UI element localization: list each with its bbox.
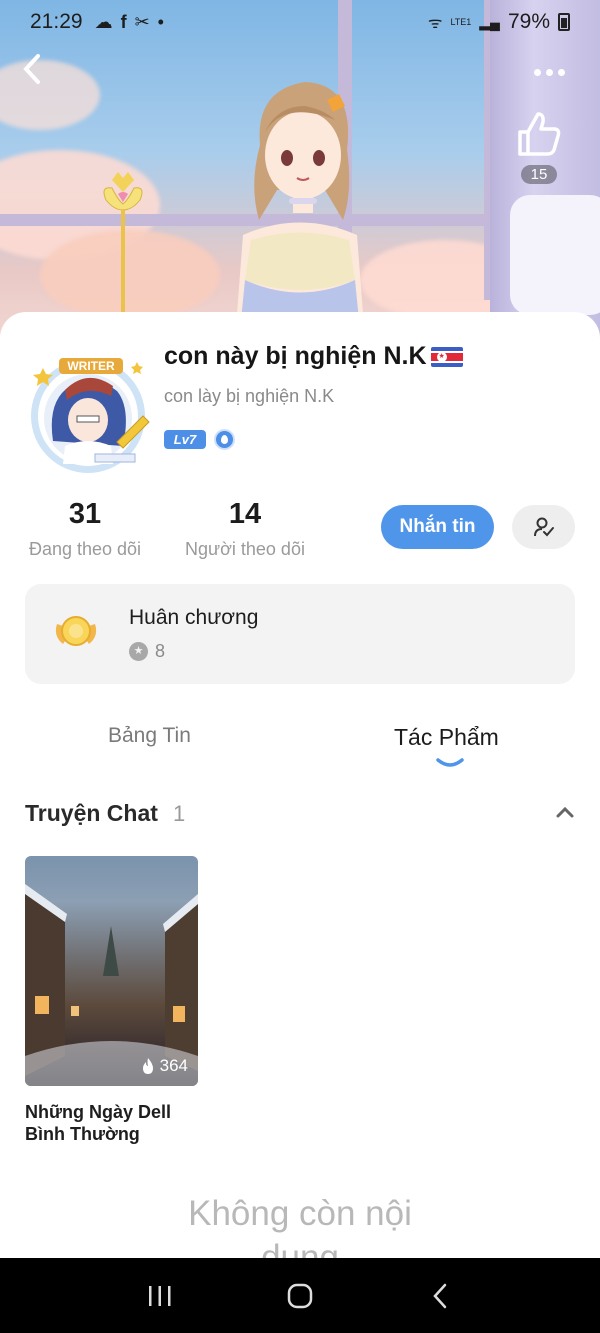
end-message-wrapper: Không còn nội dung xyxy=(0,1192,600,1258)
followers-count: 14 xyxy=(228,498,262,530)
more-dot-icon xyxy=(546,68,553,76)
writer-badge-text: WRITER xyxy=(67,359,115,373)
profile-display-name: con này bị nghiện N.K ★ xyxy=(164,342,463,371)
chevron-up-icon[interactable] xyxy=(555,805,575,819)
like-count: 15 xyxy=(520,165,558,184)
section-count: 1 xyxy=(173,801,186,826)
battery-icon xyxy=(558,13,570,31)
home-button[interactable] xyxy=(280,1276,320,1316)
level-badge[interactable]: Lv7 xyxy=(164,430,206,449)
story-views: 364 xyxy=(141,1056,188,1076)
profile-avatar[interactable]: WRITER xyxy=(25,346,155,478)
followers-stat[interactable]: 14 Người theo dõi xyxy=(181,498,309,560)
profile-username: con lày bị nghiện N.K xyxy=(164,386,335,406)
wifi-icon: ᯤ xyxy=(427,15,443,32)
more-dot-icon xyxy=(558,68,565,76)
status-bar: 21:29 ☁ f ✂ • ᯤ LTE1 ▂▄ 79% xyxy=(0,0,600,44)
system-navigation-bar xyxy=(0,1258,600,1333)
medal-icon xyxy=(55,616,97,646)
story-view-count: 364 xyxy=(159,1056,188,1075)
cloud-icon: ☁ xyxy=(94,11,113,32)
more-options-button[interactable] xyxy=(534,62,574,82)
medals-section[interactable]: Huân chương ★ 8 xyxy=(25,584,575,684)
chevron-left-icon xyxy=(433,1283,447,1308)
medals-title: Huân chương xyxy=(129,606,259,629)
dot-icon: • xyxy=(157,11,164,32)
tab-works[interactable]: Tác Phẩm xyxy=(394,724,499,751)
signal-icon: ▂▄ xyxy=(479,13,500,30)
recent-apps-button[interactable] xyxy=(140,1276,180,1316)
back-button[interactable] xyxy=(22,52,52,92)
flame-icon xyxy=(142,1058,153,1074)
display-name-text: con này bị nghiện N.K xyxy=(164,342,427,370)
end-of-content-message: Không còn nội dung xyxy=(188,1194,412,1258)
medals-count: 8 xyxy=(155,641,166,661)
following-stat[interactable]: 31 Đang theo dõi xyxy=(25,498,145,560)
like-button[interactable]: 15 xyxy=(516,110,562,184)
following-label: Đang theo dõi xyxy=(28,539,142,559)
message-button[interactable]: Nhắn tin xyxy=(381,505,494,549)
medals-count-row: ★ 8 xyxy=(129,641,165,662)
facebook-icon: f xyxy=(120,11,127,32)
followers-label: Người theo dõi xyxy=(185,539,305,559)
follow-status-button[interactable] xyxy=(512,505,575,549)
avatar-character-illustration xyxy=(235,82,365,340)
section-title: Truyện Chat xyxy=(25,800,158,826)
active-tab-indicator xyxy=(436,758,464,767)
status-time: 21:29 xyxy=(30,10,83,33)
system-back-button[interactable] xyxy=(420,1276,460,1316)
recent-apps-icon xyxy=(149,1285,171,1306)
magic-wand-illustration xyxy=(103,172,143,318)
story-title[interactable]: Những Ngày Dell Bình Thường xyxy=(25,1101,205,1145)
more-dot-icon xyxy=(534,68,541,76)
water-drop-badge-icon[interactable] xyxy=(214,429,235,450)
thumbs-up-icon xyxy=(518,112,561,156)
battery-text: 79% xyxy=(507,10,550,33)
network-label: LTE1 xyxy=(450,17,472,27)
profile-banner xyxy=(0,0,600,340)
user-check-icon xyxy=(533,517,554,537)
home-icon xyxy=(287,1283,313,1308)
capcut-icon: ✂ xyxy=(134,11,150,32)
story-card[interactable]: 364 xyxy=(25,856,198,1086)
profile-card: WRITER con này bị nghiện N.K ★ con lày b… xyxy=(0,312,600,1258)
tab-feed[interactable]: Bảng Tin xyxy=(108,724,191,748)
following-count: 31 xyxy=(68,498,102,530)
story-cover-image xyxy=(25,884,198,1086)
flag-icon: ★ xyxy=(430,346,463,367)
star-icon: ★ xyxy=(129,642,148,661)
chevron-left-icon xyxy=(23,54,40,84)
